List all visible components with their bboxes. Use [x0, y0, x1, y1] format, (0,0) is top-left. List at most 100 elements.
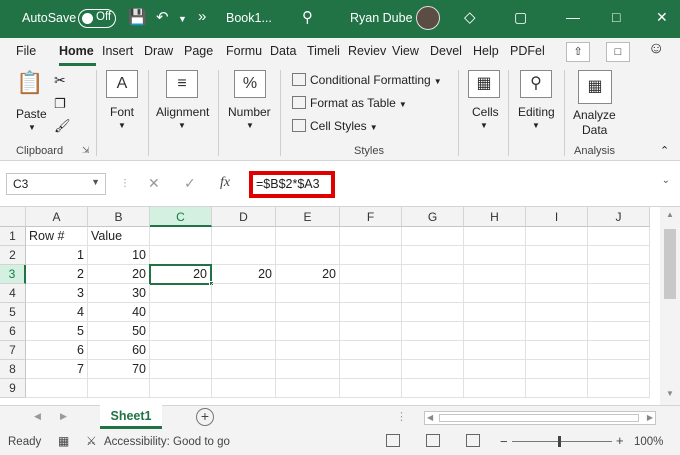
page-layout-view-icon[interactable]	[426, 434, 440, 447]
expand-formula-bar-icon[interactable]: ⌄	[662, 175, 670, 186]
macro-record-icon[interactable]: ▦	[58, 434, 69, 448]
previous-sheet-icon[interactable]: ◀	[34, 411, 41, 422]
number-button[interactable]: Number	[228, 105, 271, 119]
page-break-view-icon[interactable]	[466, 434, 480, 447]
cell-j7[interactable]	[588, 341, 650, 360]
tab-help[interactable]: Help	[473, 44, 499, 58]
cell-b1[interactable]: Value	[88, 227, 150, 246]
cell-h1[interactable]	[464, 227, 526, 246]
cell-i3[interactable]	[526, 265, 588, 284]
column-header-j[interactable]: J	[588, 207, 650, 227]
cell-b7[interactable]: 60	[88, 341, 150, 360]
cell-c2[interactable]	[150, 246, 212, 265]
insert-function-icon[interactable]: fx	[220, 175, 230, 191]
cell-d4[interactable]	[212, 284, 276, 303]
next-sheet-icon[interactable]: ▶	[60, 411, 67, 422]
cell-c6[interactable]	[150, 322, 212, 341]
normal-view-icon[interactable]	[386, 434, 400, 447]
zoom-slider[interactable]	[512, 441, 612, 442]
zoom-level[interactable]: 100%	[634, 436, 663, 448]
column-header-f[interactable]: F	[340, 207, 402, 227]
sheet-tab-sheet1[interactable]: Sheet1	[100, 405, 162, 429]
vertical-scroll-thumb[interactable]	[664, 229, 676, 299]
horizontal-scroll-thumb[interactable]	[439, 414, 639, 422]
row-header-2[interactable]: 2	[0, 246, 26, 265]
cell-b3[interactable]: 20	[88, 265, 150, 284]
cell-f2[interactable]	[340, 246, 402, 265]
row-header-5[interactable]: 5	[0, 303, 26, 322]
cell-i7[interactable]	[526, 341, 588, 360]
font-icon[interactable]: A	[106, 70, 138, 98]
cell-c5[interactable]	[150, 303, 212, 322]
cell-a2[interactable]: 1	[26, 246, 88, 265]
cell-j4[interactable]	[588, 284, 650, 303]
cell-c9[interactable]	[150, 379, 212, 398]
vertical-scrollbar[interactable]: ▲ ▼	[660, 207, 680, 405]
cell-d2[interactable]	[212, 246, 276, 265]
cell-b6[interactable]: 50	[88, 322, 150, 341]
cell-g3[interactable]	[402, 265, 464, 284]
save-icon[interactable]: 💾	[128, 8, 147, 26]
cell-d1[interactable]	[212, 227, 276, 246]
cell-e3[interactable]: 20	[276, 265, 340, 284]
tab-data[interactable]: Data	[270, 44, 296, 58]
cell-j1[interactable]	[588, 227, 650, 246]
font-button[interactable]: Font	[110, 105, 134, 119]
analyze-data-button[interactable]: Analyze	[573, 108, 616, 122]
cell-e6[interactable]	[276, 322, 340, 341]
cell-h3[interactable]	[464, 265, 526, 284]
cell-b9[interactable]	[88, 379, 150, 398]
name-box[interactable]: C3 ▼	[6, 173, 106, 195]
cell-c4[interactable]	[150, 284, 212, 303]
zoom-slider-thumb[interactable]	[558, 436, 561, 447]
cell-d9[interactable]	[212, 379, 276, 398]
cell-e5[interactable]	[276, 303, 340, 322]
accessibility-icon[interactable]: ⚔	[86, 434, 97, 448]
tab-draw[interactable]: Draw	[144, 44, 173, 58]
paste-dropdown-icon[interactable]: ▼	[28, 123, 36, 132]
cell-a5[interactable]: 4	[26, 303, 88, 322]
add-sheet-button[interactable]: +	[196, 408, 214, 426]
cell-h4[interactable]	[464, 284, 526, 303]
cell-b4[interactable]: 30	[88, 284, 150, 303]
cell-f1[interactable]	[340, 227, 402, 246]
restore-ribbon-icon[interactable]: ▢	[514, 9, 527, 26]
cell-g5[interactable]	[402, 303, 464, 322]
cell-f6[interactable]	[340, 322, 402, 341]
paste-button[interactable]: Paste	[16, 107, 47, 121]
cells-dropdown-icon[interactable]: ▼	[480, 121, 488, 130]
cell-f5[interactable]	[340, 303, 402, 322]
zoom-in-button[interactable]: +	[616, 433, 624, 448]
cell-j6[interactable]	[588, 322, 650, 341]
maximize-icon[interactable]: □	[612, 9, 620, 25]
accessibility-status[interactable]: Accessibility: Good to go	[104, 436, 230, 448]
scroll-left-icon[interactable]: ◀	[427, 413, 433, 422]
cancel-icon[interactable]: ✕	[148, 175, 160, 192]
cell-i6[interactable]	[526, 322, 588, 341]
row-header-9[interactable]: 9	[0, 379, 26, 398]
cell-c7[interactable]	[150, 341, 212, 360]
zoom-out-button[interactable]: −	[500, 434, 508, 449]
feedback-icon[interactable]: ☺	[648, 40, 664, 58]
analyze-data-button-line2[interactable]: Data	[582, 123, 607, 137]
cells-icon[interactable]: ▦	[468, 70, 500, 98]
chevron-down-icon[interactable]: ▼	[91, 177, 100, 187]
column-header-g[interactable]: G	[402, 207, 464, 227]
format-as-table-button[interactable]: Format as Table ▼	[292, 96, 407, 110]
column-header-e[interactable]: E	[276, 207, 340, 227]
cell-b5[interactable]: 40	[88, 303, 150, 322]
cell-d6[interactable]	[212, 322, 276, 341]
sheet-options-icon[interactable]: ⋮	[396, 410, 407, 423]
cell-j9[interactable]	[588, 379, 650, 398]
share-icon[interactable]: ⇧	[566, 42, 590, 62]
tab-timeline[interactable]: Timeli	[307, 44, 340, 58]
cell-d5[interactable]	[212, 303, 276, 322]
column-header-h[interactable]: H	[464, 207, 526, 227]
search-icon[interactable]: ⚲	[302, 8, 313, 26]
undo-dropdown-icon[interactable]: ▼	[178, 14, 187, 24]
font-dropdown-icon[interactable]: ▼	[118, 121, 126, 130]
cell-d7[interactable]	[212, 341, 276, 360]
scroll-up-icon[interactable]: ▲	[666, 210, 674, 219]
tab-insert[interactable]: Insert	[102, 44, 133, 58]
number-format-icon[interactable]: %	[234, 70, 266, 98]
